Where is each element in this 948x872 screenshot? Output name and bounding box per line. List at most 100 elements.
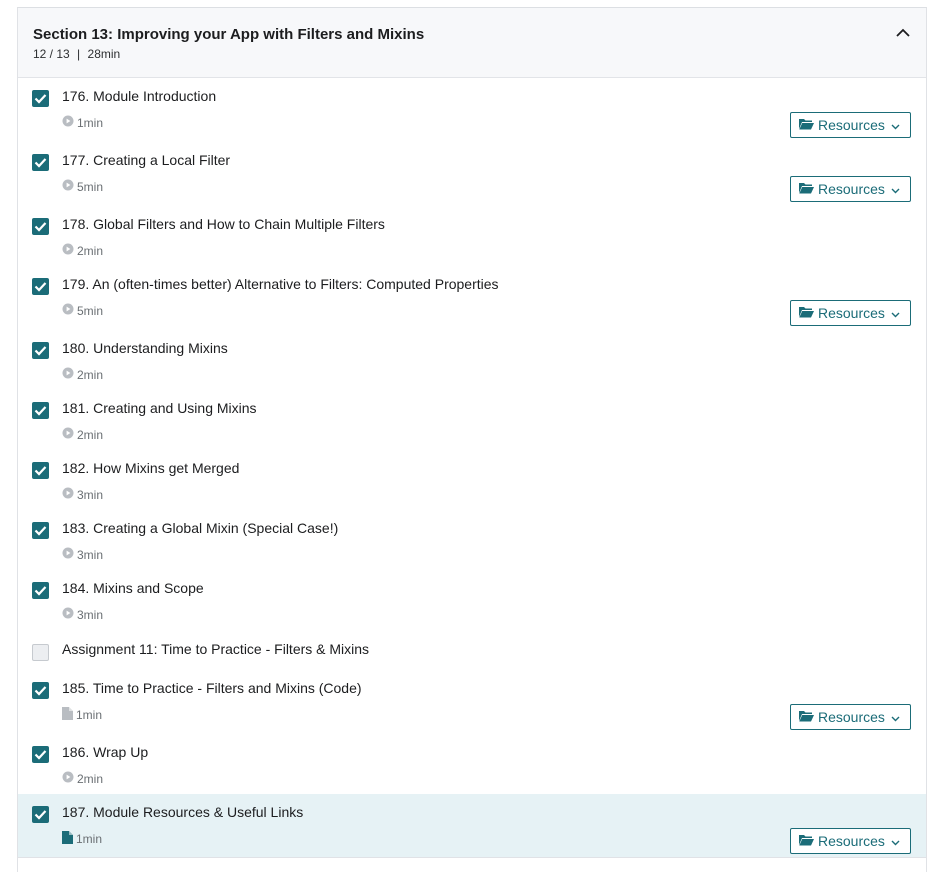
lecture-item[interactable]: 187. Module Resources & Useful Links 1min…: [18, 794, 926, 858]
lecture-duration: 2min: [77, 771, 104, 786]
play-circle-icon: [62, 115, 74, 130]
curriculum-panel: Section 13: Improving your App with Filt…: [17, 7, 927, 872]
completion-checkbox[interactable]: [32, 746, 49, 763]
completion-checkbox[interactable]: [32, 462, 49, 479]
lecture-item[interactable]: 179. An (often-times better) Alternative…: [18, 266, 926, 330]
lecture-meta: 2min: [62, 771, 103, 786]
play-circle-icon: [62, 487, 74, 502]
lecture-title[interactable]: 182. How Mixins get Merged: [62, 460, 239, 476]
lecture-duration: 2min: [77, 367, 104, 382]
completion-checkbox[interactable]: [32, 90, 49, 107]
section-header[interactable]: Section 13: Improving your App with Filt…: [18, 8, 926, 78]
completion-checkbox[interactable]: [32, 342, 49, 359]
chevron-down-icon: [891, 709, 900, 725]
lecture-item[interactable]: 177. Creating a Local Filter 5min Resource…: [18, 142, 926, 206]
completion-checkbox[interactable]: [32, 154, 49, 171]
lecture-title[interactable]: 181. Creating and Using Mixins: [62, 400, 257, 416]
resources-label: Resources: [818, 117, 885, 133]
resources-label: Resources: [818, 833, 885, 849]
lecture-meta: 1min: [62, 707, 102, 723]
resources-button[interactable]: Resources: [790, 704, 911, 730]
lecture-meta: 5min: [62, 179, 103, 194]
resources-label: Resources: [818, 181, 885, 197]
lecture-item[interactable]: 186. Wrap Up 2min: [18, 734, 926, 794]
lecture-duration: 1min: [76, 832, 103, 846]
lecture-title[interactable]: 185. Time to Practice - Filters and Mixi…: [62, 680, 362, 696]
play-circle-icon: [62, 303, 74, 318]
lecture-duration: 1min: [76, 708, 103, 722]
section-progress: 12 / 13: [33, 47, 70, 61]
chevron-down-icon: [891, 833, 900, 849]
completion-checkbox[interactable]: [32, 806, 49, 823]
lecture-duration: 5min: [77, 303, 104, 318]
lecture-duration: 3min: [77, 547, 104, 562]
chevron-up-icon[interactable]: [894, 26, 912, 40]
lecture-duration: 2min: [77, 243, 104, 258]
lecture-title[interactable]: 184. Mixins and Scope: [62, 580, 204, 596]
play-circle-icon: [62, 243, 74, 258]
play-circle-icon: [62, 179, 74, 194]
chevron-down-icon: [891, 305, 900, 321]
lecture-title[interactable]: 177. Creating a Local Filter: [62, 152, 230, 168]
lecture-item[interactable]: Assignment 11: Time to Practice - Filter…: [18, 630, 926, 670]
lecture-item[interactable]: 176. Module Introduction 1min Resources: [18, 78, 926, 142]
lecture-item[interactable]: 184. Mixins and Scope 3min: [18, 570, 926, 630]
resources-button[interactable]: Resources: [790, 112, 911, 138]
lecture-duration: 2min: [77, 427, 104, 442]
file-icon: [62, 707, 73, 723]
lecture-title[interactable]: 187. Module Resources & Useful Links: [62, 804, 303, 820]
file-icon: [62, 831, 73, 847]
folder-open-icon: [799, 117, 814, 133]
completion-checkbox[interactable]: [32, 682, 49, 699]
completion-checkbox[interactable]: [32, 218, 49, 235]
lecture-meta: 2min: [62, 427, 103, 442]
lecture-meta: 1min: [62, 115, 103, 130]
folder-open-icon: [799, 181, 814, 197]
completion-checkbox[interactable]: [32, 278, 49, 295]
resources-label: Resources: [818, 709, 885, 725]
lecture-title[interactable]: 183. Creating a Global Mixin (Special Ca…: [62, 520, 338, 536]
completion-checkbox[interactable]: [32, 402, 49, 419]
lecture-item[interactable]: 183. Creating a Global Mixin (Special Ca…: [18, 510, 926, 570]
lecture-meta: 2min: [62, 243, 103, 258]
lecture-title[interactable]: 178. Global Filters and How to Chain Mul…: [62, 216, 385, 232]
play-circle-icon: [62, 547, 74, 562]
section-title: Section 13: Improving your App with Filt…: [33, 26, 425, 43]
lecture-meta: 3min: [62, 487, 103, 502]
play-circle-icon: [62, 771, 74, 786]
lecture-meta: 5min: [62, 303, 103, 318]
chevron-down-icon: [891, 181, 900, 197]
resources-button[interactable]: Resources: [790, 300, 911, 326]
completion-checkbox[interactable]: [32, 644, 49, 661]
divider: [18, 857, 926, 858]
lecture-title[interactable]: 179. An (often-times better) Alternative…: [62, 276, 499, 292]
folder-open-icon: [799, 305, 814, 321]
lecture-item[interactable]: 180. Understanding Mixins 2min: [18, 330, 926, 390]
play-circle-icon: [62, 607, 74, 622]
resources-button[interactable]: Resources: [790, 828, 911, 854]
section-separator: |: [77, 47, 81, 61]
folder-open-icon: [799, 709, 814, 725]
lecture-meta: 1min: [62, 831, 102, 847]
completion-checkbox[interactable]: [32, 522, 49, 539]
resources-button[interactable]: Resources: [790, 176, 911, 202]
lecture-duration: 3min: [77, 487, 104, 502]
lecture-title[interactable]: 180. Understanding Mixins: [62, 340, 228, 356]
lecture-meta: 3min: [62, 547, 103, 562]
lecture-duration: 5min: [77, 179, 104, 194]
lecture-item[interactable]: 182. How Mixins get Merged 3min: [18, 450, 926, 510]
lecture-item[interactable]: 181. Creating and Using Mixins 2min: [18, 390, 926, 450]
lecture-title[interactable]: Assignment 11: Time to Practice - Filter…: [62, 641, 369, 657]
lecture-item[interactable]: 185. Time to Practice - Filters and Mixi…: [18, 670, 926, 734]
lecture-meta: 2min: [62, 367, 103, 382]
section-meta: 12 / 13 | 28min: [33, 47, 120, 61]
lecture-meta: 3min: [62, 607, 103, 622]
resources-label: Resources: [818, 305, 885, 321]
lecture-title[interactable]: 176. Module Introduction: [62, 88, 216, 104]
completion-checkbox[interactable]: [32, 582, 49, 599]
lecture-title[interactable]: 186. Wrap Up: [62, 744, 148, 760]
folder-open-icon: [799, 833, 814, 849]
section-duration: 28min: [87, 47, 121, 61]
lecture-item[interactable]: 178. Global Filters and How to Chain Mul…: [18, 206, 926, 266]
lecture-duration: 1min: [77, 115, 104, 130]
